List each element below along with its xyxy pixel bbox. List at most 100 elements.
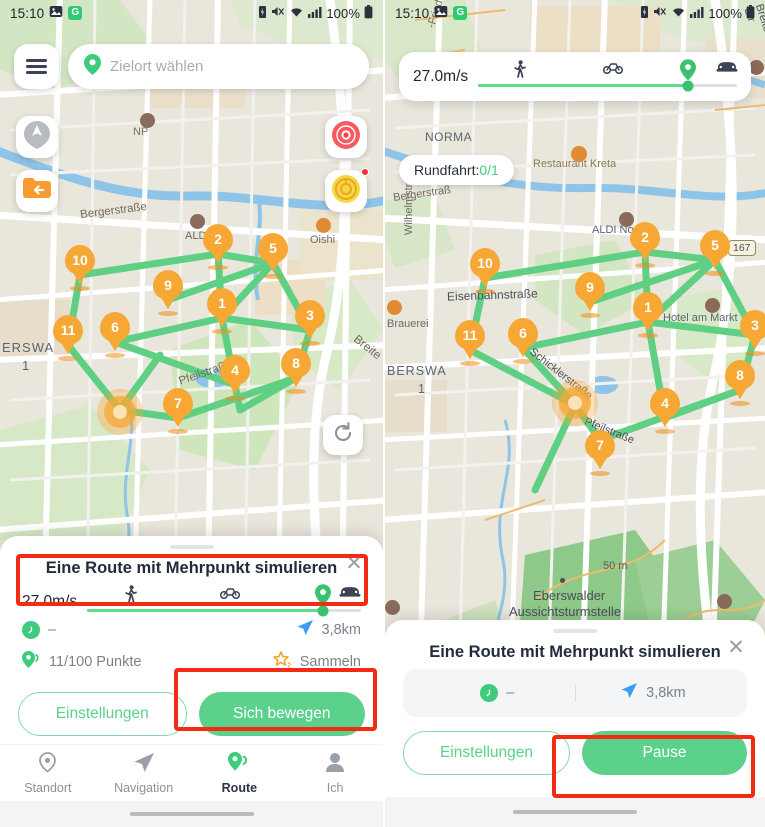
current-location-indicator	[97, 389, 143, 435]
refresh-button[interactable]	[323, 415, 363, 455]
viewpoint-poi-icon	[717, 594, 732, 609]
stat-row: 11/100 Punkte Sammeln	[22, 646, 361, 678]
route-simulation-sheet: Eine Route mit Mehrpunkt simulieren ✕ – …	[385, 620, 765, 827]
map-label: Brauerei	[387, 318, 429, 330]
map-marker[interactable]: 6	[508, 318, 538, 364]
star-icon	[272, 651, 292, 673]
map-marker[interactable]: 1	[633, 292, 663, 338]
map-marker[interactable]: 9	[575, 272, 605, 318]
signal-icon	[308, 6, 322, 21]
wifi-icon	[671, 6, 686, 21]
comparison-screenshot: 10 2 5 9 1 3 11 6 4 8 7 NP Bergerstraße …	[0, 0, 765, 827]
app-badge-g-icon: G	[68, 6, 83, 20]
sheet-actions: Einstellungen Pause	[385, 717, 765, 783]
collect-value: Sammeln	[299, 654, 361, 670]
speed-slider[interactable]	[478, 59, 738, 91]
map-marker[interactable]: 3	[740, 310, 765, 356]
speed-track[interactable]	[87, 584, 361, 616]
distance-stat: 3,8km	[576, 682, 731, 704]
nav-item-standort[interactable]: Standort	[0, 752, 96, 795]
map-marker[interactable]: 10	[65, 245, 95, 291]
map-marker[interactable]: 7	[163, 388, 193, 434]
nav-item-route[interactable]: Route	[192, 752, 288, 795]
collect-stat[interactable]: Sammeln	[272, 651, 361, 673]
nav-label: Ich	[326, 781, 344, 795]
menu-button[interactable]	[14, 44, 59, 89]
map-marker[interactable]: 4	[650, 388, 680, 434]
map-marker[interactable]: 5	[700, 230, 730, 276]
move-button[interactable]: Sich bewegen	[198, 692, 365, 736]
map-marker[interactable]: 2	[203, 224, 233, 270]
sheet-title: Eine Route mit Mehrpunkt simulieren ✕	[0, 549, 383, 579]
map-marker[interactable]: 8	[725, 360, 755, 406]
settings-button[interactable]: Einstellungen	[403, 731, 570, 775]
speed-slider-section: 27.0m/s	[0, 579, 383, 616]
map-scale-label: 50 m	[603, 560, 628, 572]
import-route-button[interactable]	[16, 170, 58, 212]
map-marker[interactable]: 6	[100, 312, 130, 358]
map-label: NORMA	[425, 130, 473, 144]
destination-search-input[interactable]: Zielort wählen	[68, 44, 369, 89]
round-trip-value: 0/1	[479, 162, 499, 178]
status-bar: 15:10 G 100%	[385, 0, 765, 26]
duration-value: –	[48, 622, 57, 638]
battery-saver-icon	[258, 5, 267, 22]
home-indicator[interactable]	[129, 811, 254, 817]
map-marker[interactable]: 4	[220, 355, 250, 401]
map-marker[interactable]: 3	[295, 300, 325, 346]
duration-value: –	[506, 685, 515, 701]
pause-button[interactable]: Pause	[582, 731, 747, 775]
record-button[interactable]	[325, 116, 367, 158]
nav-label: Route	[221, 781, 258, 795]
home-indicator[interactable]	[513, 809, 637, 815]
speed-track[interactable]	[478, 59, 737, 91]
route-points-icon	[227, 752, 251, 778]
map-marker[interactable]: 8	[281, 348, 311, 394]
walk-icon	[124, 585, 138, 608]
refresh-icon	[332, 421, 354, 449]
map-marker[interactable]: 2	[630, 222, 660, 268]
peak-marker-icon	[560, 578, 565, 583]
coins-button[interactable]	[325, 168, 369, 212]
map-marker[interactable]: 5	[258, 233, 288, 279]
clock-icon	[22, 621, 40, 639]
map-label: BERSWA	[387, 364, 447, 378]
nav-item-navigation[interactable]: Navigation	[96, 752, 192, 795]
points-icon	[22, 651, 41, 673]
bike-icon	[602, 60, 623, 79]
map-marker[interactable]: 9	[153, 270, 183, 316]
route-stats: – 3,8km	[403, 669, 747, 717]
hotel-poi-icon	[705, 298, 720, 313]
map-marker[interactable]: 11	[455, 320, 485, 366]
speed-value-label: 27.0m/s	[22, 593, 78, 610]
map-marker[interactable]: 11	[53, 315, 83, 361]
map-marker[interactable]: 10	[470, 248, 500, 294]
close-icon[interactable]: ✕	[341, 551, 367, 577]
car-icon	[716, 60, 738, 78]
distance-value: 3,8km	[321, 622, 362, 638]
map-marker[interactable]: 1	[207, 288, 237, 334]
home-indicator-area	[385, 797, 765, 827]
speed-knob[interactable]	[317, 605, 329, 616]
current-location-indicator	[552, 380, 598, 426]
route-stats: – 3,8km 11/100 Punkte Sammeln	[0, 612, 383, 678]
location-pin-icon	[84, 53, 101, 80]
destination-placeholder: Zielort wählen	[110, 58, 204, 75]
compass-button[interactable]	[16, 116, 58, 158]
bike-icon	[219, 585, 240, 604]
map-marker[interactable]: 7	[585, 430, 615, 476]
nav-item-ich[interactable]: Ich	[287, 752, 383, 795]
close-icon[interactable]: ✕	[723, 635, 749, 661]
right-phone-screen: 10 2 5 9 1 3 11 6 4 8 7 -Fried NORMA Res…	[385, 0, 765, 827]
speed-knob[interactable]	[682, 80, 694, 91]
settings-button[interactable]: Einstellungen	[18, 692, 187, 736]
map-label: 1	[418, 382, 425, 396]
speed-slider[interactable]	[87, 584, 361, 616]
image-icon	[49, 5, 63, 21]
speed-knob-pin-icon	[679, 59, 696, 81]
battery-icon	[746, 4, 755, 22]
nav-label: Navigation	[114, 781, 174, 795]
left-phone-screen: 10 2 5 9 1 3 11 6 4 8 7 NP Bergerstraße …	[0, 0, 383, 827]
duration-stat: –	[22, 621, 56, 639]
map-label: Eberswalder	[533, 588, 606, 603]
